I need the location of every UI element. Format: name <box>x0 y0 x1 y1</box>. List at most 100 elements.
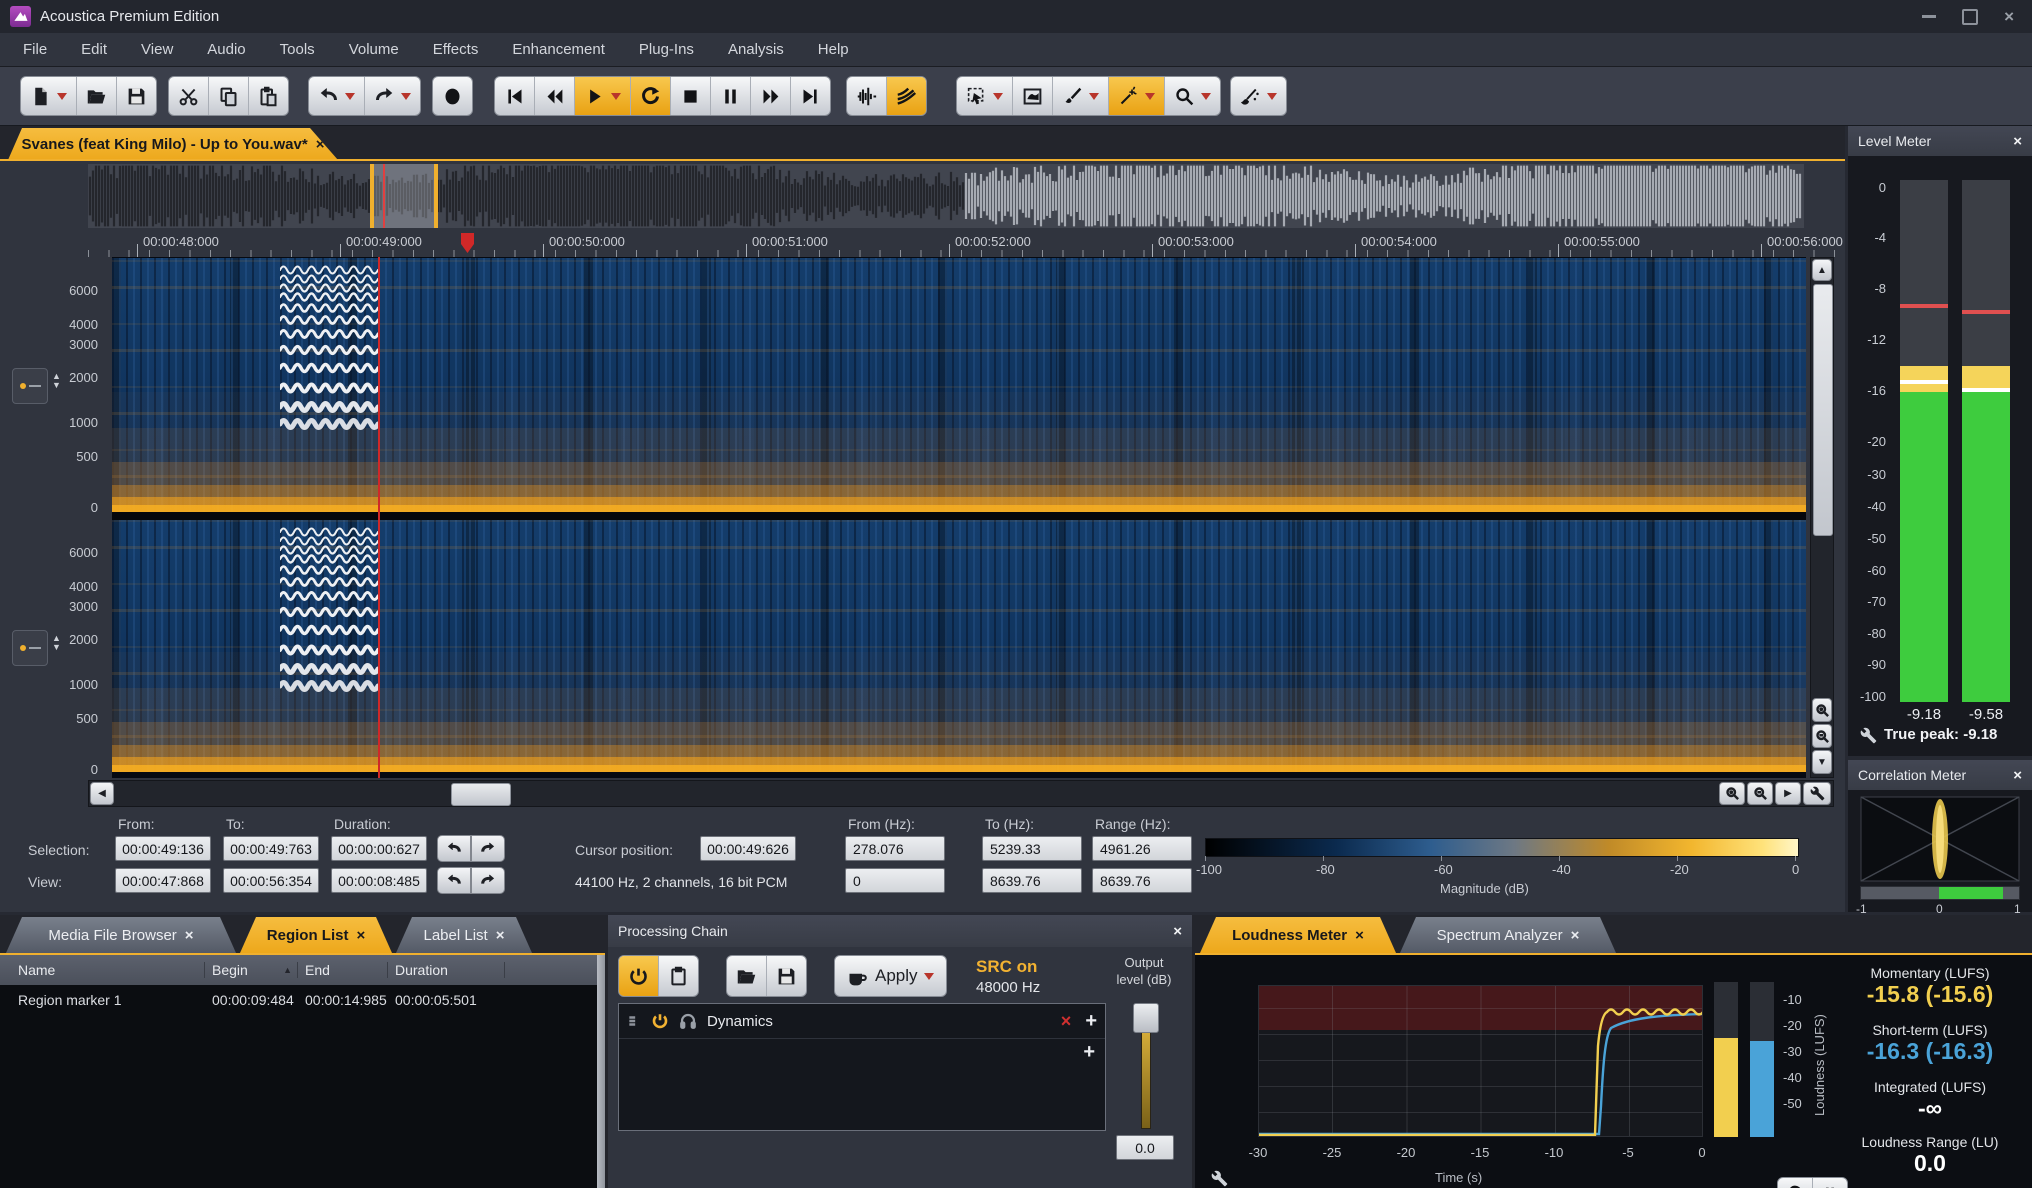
dropdown-caret[interactable] <box>1267 93 1277 100</box>
menu-effects[interactable]: Effects <box>416 41 496 58</box>
column-duration[interactable]: Duration <box>388 962 505 978</box>
minimize-icon[interactable] <box>1922 15 1936 18</box>
right-channel-spinner[interactable]: ▲▼ <box>52 634 61 652</box>
monitor-headphones-icon[interactable] <box>679 1012 697 1030</box>
stop-button[interactable] <box>671 77 711 115</box>
maximize-icon[interactable] <box>1962 9 1978 25</box>
menu-audio[interactable]: Audio <box>190 41 262 58</box>
selection-undo-button[interactable] <box>437 835 471 862</box>
vertical-zoom-in-button[interactable] <box>1812 698 1832 722</box>
tab-label-list[interactable]: Label List× <box>396 917 532 953</box>
time-ruler[interactable]: 00:00:48:000 00:00:49:000 00:00:50:000 0… <box>88 230 1845 257</box>
undo-button[interactable] <box>309 77 365 115</box>
region-list-scrollbar[interactable] <box>597 955 605 1188</box>
scroll-down-button[interactable]: ▼ <box>1812 750 1832 774</box>
spectrogram-settings-button[interactable] <box>1803 782 1831 805</box>
to-hz-full-field[interactable]: 8639.76 <box>982 868 1082 893</box>
pause-button[interactable] <box>711 77 751 115</box>
from-hz-full-field[interactable]: 0 <box>845 868 945 893</box>
brush-tool-button[interactable] <box>1053 77 1109 115</box>
menu-plugins[interactable]: Plug-Ins <box>622 41 711 58</box>
column-end[interactable]: End <box>298 962 388 978</box>
tab-media-file-browser[interactable]: Media File Browser× <box>6 917 236 953</box>
dropdown-caret[interactable] <box>1089 93 1099 100</box>
menu-enhancement[interactable]: Enhancement <box>495 41 622 58</box>
tab-close-icon[interactable]: × <box>496 927 505 944</box>
column-begin[interactable]: Begin▲ <box>205 962 298 978</box>
dropdown-caret[interactable] <box>401 93 411 100</box>
horizontal-scrollbar[interactable]: ◀ ▶ <box>88 780 1834 807</box>
waveform-overview[interactable] <box>88 164 1804 228</box>
waveform-view-button[interactable] <box>847 77 887 115</box>
output-fader[interactable] <box>1132 1003 1158 1129</box>
loudness-reset-button[interactable] <box>1778 1178 1813 1188</box>
tab-close-icon[interactable]: × <box>356 927 365 944</box>
dropdown-caret[interactable] <box>611 93 621 100</box>
drag-handle-icon[interactable] <box>627 1014 641 1028</box>
new-file-button[interactable] <box>21 77 77 115</box>
scroll-up-button[interactable]: ▲ <box>1812 259 1832 281</box>
selection-tool-button[interactable] <box>957 77 1013 115</box>
view-to-field[interactable]: 00:00:56:354 <box>223 868 319 893</box>
go-to-start-button[interactable] <box>495 77 535 115</box>
view-redo-button[interactable] <box>471 867 505 894</box>
range-hz-field[interactable]: 4961.26 <box>1092 836 1192 861</box>
processing-chain-close-icon[interactable]: × <box>1173 923 1182 940</box>
copy-button[interactable] <box>209 77 249 115</box>
selection-redo-button[interactable] <box>471 835 505 862</box>
spectrogram-channel-right[interactable] <box>112 520 1806 772</box>
close-icon[interactable]: × <box>2004 7 2014 27</box>
tab-loudness-meter[interactable]: Loudness Meter× <box>1200 917 1396 953</box>
chain-paste-button[interactable] <box>659 956 698 996</box>
go-to-end-button[interactable] <box>791 77 830 115</box>
selection-from-field[interactable]: 00:00:49:136 <box>115 836 211 861</box>
tab-close-icon[interactable]: × <box>1571 927 1580 944</box>
plugin-row[interactable]: Dynamics × + <box>619 1004 1105 1039</box>
level-meter-close-icon[interactable]: × <box>2013 133 2022 150</box>
save-button[interactable] <box>117 77 156 115</box>
dropdown-caret[interactable] <box>345 93 355 100</box>
correlation-meter-close-icon[interactable]: × <box>2013 767 2022 784</box>
menu-edit[interactable]: Edit <box>64 41 124 58</box>
view-undo-button[interactable] <box>437 867 471 894</box>
spectrogram-view-button[interactable] <box>887 77 926 115</box>
loudness-settings-button[interactable] <box>1207 1167 1231 1188</box>
dropdown-caret[interactable] <box>924 973 934 980</box>
spectrogram-channel-left[interactable] <box>112 258 1806 512</box>
selection-duration-field[interactable]: 00:00:00:627 <box>331 836 427 861</box>
loudness-pause-button[interactable] <box>1813 1178 1847 1188</box>
chain-power-button[interactable] <box>619 956 659 996</box>
scroll-right-small-button[interactable]: ▶ <box>1775 782 1801 805</box>
left-channel-selector[interactable] <box>12 368 48 404</box>
column-name[interactable]: Name <box>0 962 205 978</box>
image-tool-button[interactable] <box>1013 77 1053 115</box>
menu-volume[interactable]: Volume <box>332 41 416 58</box>
tab-spectrum-analyzer[interactable]: Spectrum Analyzer× <box>1400 917 1616 953</box>
menu-view[interactable]: View <box>124 41 190 58</box>
add-plugin-icon[interactable]: + <box>1085 1010 1097 1033</box>
level-meter-settings-button[interactable] <box>1856 724 1880 746</box>
vertical-scroll-thumb[interactable] <box>1813 284 1833 536</box>
h-zoom-in-button[interactable] <box>1719 782 1745 805</box>
scroll-left-button[interactable]: ◀ <box>90 782 114 805</box>
apply-button[interactable]: Apply <box>835 956 946 996</box>
remove-plugin-icon[interactable]: × <box>1061 1011 1072 1032</box>
open-file-button[interactable] <box>77 77 117 115</box>
menu-tools[interactable]: Tools <box>263 41 332 58</box>
menu-help[interactable]: Help <box>801 41 866 58</box>
horizontal-scroll-thumb[interactable] <box>451 783 511 806</box>
dropdown-caret[interactable] <box>1145 93 1155 100</box>
cut-button[interactable] <box>169 77 209 115</box>
tab-region-list[interactable]: Region List× <box>240 917 392 953</box>
chain-open-button[interactable] <box>727 956 767 996</box>
table-row[interactable]: Region marker 1 00:00:09:484 00:00:14:98… <box>0 985 597 1015</box>
cursor-position-field[interactable]: 00:00:49:626 <box>700 836 796 861</box>
from-hz-field[interactable]: 278.076 <box>845 836 945 861</box>
menu-file[interactable]: File <box>6 41 64 58</box>
range-hz-full-field[interactable]: 8639.76 <box>1092 868 1192 893</box>
dropdown-caret[interactable] <box>57 93 67 100</box>
overview-view-region[interactable] <box>372 164 437 228</box>
to-hz-field[interactable]: 5239.33 <box>982 836 1082 861</box>
tab-close-icon[interactable]: × <box>1355 927 1364 944</box>
view-region-left-handle[interactable] <box>370 164 374 228</box>
